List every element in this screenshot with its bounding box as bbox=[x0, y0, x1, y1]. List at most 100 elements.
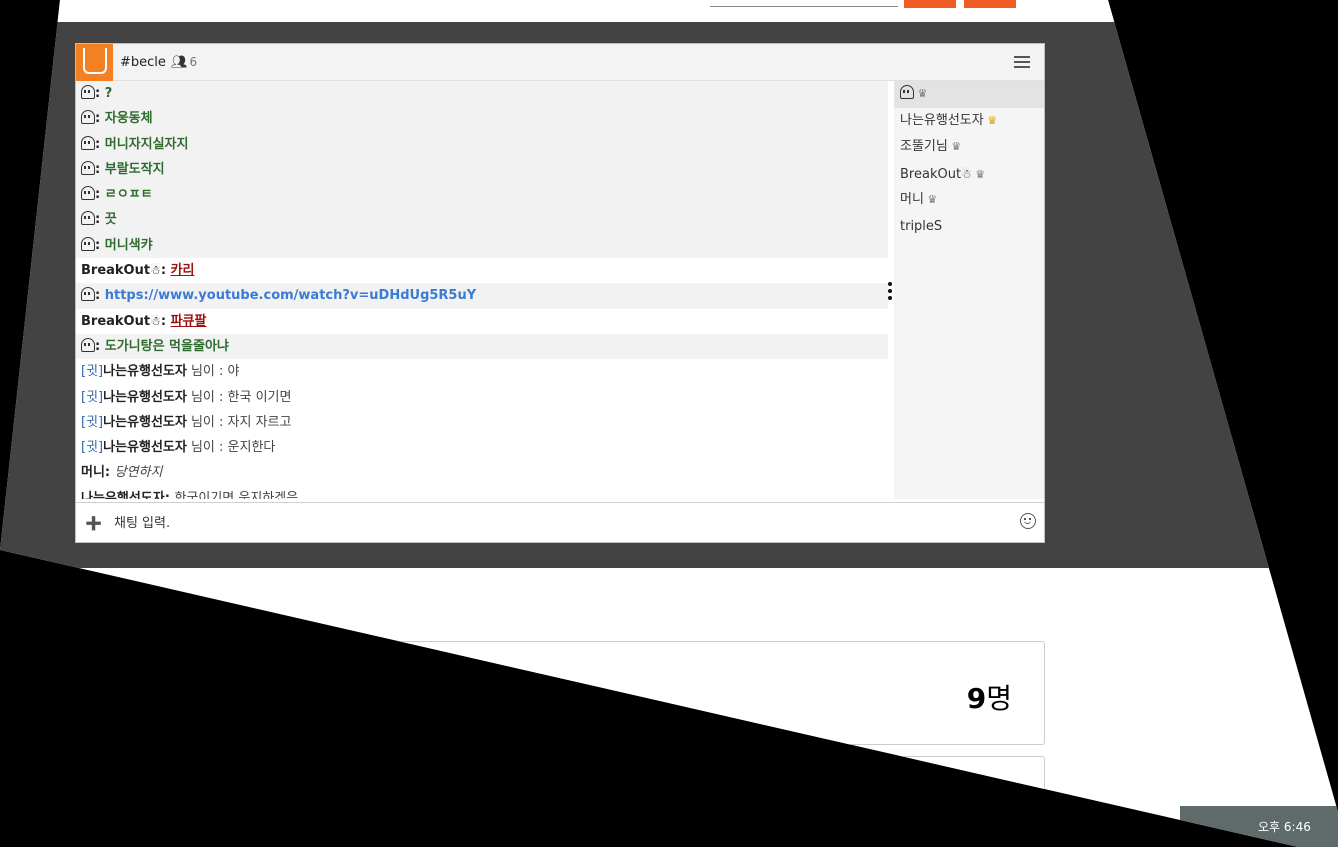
chat-message: BreakOut☃︎: 파큐팔 bbox=[76, 309, 888, 334]
chat-widget: #becle 👥︎ 6 : ?: 자웅동체: 머니자지실자지: 부랄도작지: ㄹㅇ… bbox=[75, 43, 1045, 543]
message-nick[interactable]: 머니 bbox=[81, 465, 105, 480]
chat-message: [귓]나는유행선도자 님이 : 야 bbox=[76, 359, 888, 384]
top-divider bbox=[710, 6, 898, 7]
user-list-item[interactable]: 나는유행선도자 ♛︎ bbox=[894, 108, 1044, 135]
menu-icon[interactable] bbox=[1014, 56, 1030, 68]
chat-message: : 머니색캬 bbox=[76, 232, 888, 259]
snowman-icon: ☃︎ bbox=[961, 166, 972, 181]
message-nick[interactable]: 나는유행선도자 bbox=[103, 415, 187, 430]
whisper-suffix: 님이 : bbox=[186, 364, 228, 380]
channel-name: #becle bbox=[120, 55, 166, 70]
chat-message: : ? bbox=[76, 81, 888, 107]
separator: : bbox=[164, 490, 175, 499]
message-text: ㄹㅇㅍㅌ bbox=[104, 187, 153, 203]
top-orange-button-2[interactable] bbox=[964, 0, 1016, 8]
snowman-icon: ☃︎ bbox=[150, 313, 161, 328]
whisper-tag: [귓] bbox=[81, 440, 104, 456]
message-text: 운지한다 bbox=[227, 440, 276, 456]
message-text: 자웅동체 bbox=[104, 111, 153, 127]
chat-message: [귓]나는유행선도자 님이 : 자지 자르고 bbox=[76, 410, 888, 435]
message-text: 부랄도작지 bbox=[104, 161, 165, 177]
page-top-bar bbox=[0, 0, 1338, 22]
user-list-item[interactable]: ♛︎ bbox=[894, 81, 1044, 108]
user-count-value: 6 bbox=[189, 55, 198, 69]
plus-icon[interactable]: ➕︎ bbox=[86, 511, 101, 535]
message-nick[interactable]: BreakOut bbox=[81, 263, 150, 278]
chat-message: 나는유행선도자: 한국이기면 운지하겠음 bbox=[76, 486, 888, 499]
message-nick[interactable]: 나는유행선도자 bbox=[81, 491, 165, 499]
user-list: ♛︎ 나는유행선도자 ♛︎ 조뚤기님 ♛︎ BreakOut☃︎ ♛︎ 머니 ♛︎ tri… bbox=[894, 81, 1044, 499]
message-text: 한국 이기면 bbox=[227, 389, 292, 405]
separator: : bbox=[95, 288, 105, 304]
message-text: 끗 bbox=[104, 212, 117, 228]
whisper-suffix: 님이 : bbox=[186, 440, 228, 456]
separator: : bbox=[95, 161, 105, 177]
whisper-tag: [귓] bbox=[81, 364, 104, 380]
snowman-icon: ☃︎ bbox=[150, 263, 161, 278]
message-link[interactable]: https://www.youtube.com/watch?v=uDHdUg5R… bbox=[105, 288, 476, 303]
chat-input[interactable] bbox=[114, 514, 994, 529]
separator: : bbox=[95, 237, 105, 253]
chat-message: : 자웅동체 bbox=[76, 106, 888, 132]
chat-message: : 끗 bbox=[76, 207, 888, 233]
message-nick[interactable]: BreakOut bbox=[81, 314, 150, 329]
user-name: 조뚤기님 bbox=[900, 139, 948, 154]
ghost-avatar-icon bbox=[81, 337, 95, 352]
separator: : bbox=[160, 263, 171, 279]
message-text: 자지 자르고 bbox=[227, 414, 292, 430]
user-name: BreakOut bbox=[900, 166, 962, 182]
message-text[interactable]: 카리 bbox=[171, 263, 195, 278]
top-orange-button[interactable] bbox=[904, 0, 956, 8]
visitor-count: 9명 bbox=[967, 677, 1012, 717]
visitor-count-unit: 명 bbox=[986, 682, 1012, 715]
emoji-icon[interactable] bbox=[1020, 513, 1036, 529]
chat-message: [귓]나는유행선도자 님이 : 한국 이기면 bbox=[76, 385, 888, 410]
message-text[interactable]: 파큐팔 bbox=[171, 314, 207, 329]
crown-icon: ♛︎ bbox=[947, 140, 962, 153]
user-name: 나는유행선도자 bbox=[900, 112, 984, 128]
crown-icon: ♛︎ bbox=[983, 113, 998, 127]
user-list-item[interactable]: 머니 ♛︎ bbox=[894, 187, 1044, 214]
separator: : bbox=[95, 338, 105, 354]
message-text: 야 bbox=[227, 364, 240, 380]
logo-icon bbox=[76, 44, 113, 81]
taskbar-clock[interactable]: 오후 6:46 bbox=[1258, 818, 1311, 835]
ghost-avatar-icon bbox=[81, 135, 95, 150]
second-card bbox=[75, 756, 1045, 836]
visitor-count-number: 9 bbox=[966, 682, 987, 715]
separator: : bbox=[95, 111, 105, 127]
message-nick[interactable]: 나는유행선도자 bbox=[103, 364, 187, 379]
chat-message: : ㄹㅇㅍㅌ bbox=[76, 182, 888, 208]
chat-message: [귓]나는유행선도자 님이 : 운지한다 bbox=[76, 435, 888, 460]
ghost-avatar-icon bbox=[81, 287, 95, 302]
ghost-avatar-icon bbox=[81, 211, 95, 226]
message-text: 당연하지 bbox=[114, 465, 163, 481]
separator: : bbox=[95, 187, 105, 203]
ghost-avatar-icon bbox=[81, 186, 95, 201]
whisper-tag: [귓] bbox=[81, 389, 104, 405]
user-count[interactable]: 👥︎ 6 bbox=[171, 55, 197, 70]
chat-header: #becle 👥︎ 6 bbox=[76, 44, 1044, 81]
user-list-item[interactable]: BreakOut☃︎ ♛︎ bbox=[894, 161, 1044, 188]
ghost-avatar-icon bbox=[81, 236, 95, 251]
ghost-avatar-icon bbox=[81, 160, 95, 175]
chat-message: : 부랄도작지 bbox=[76, 156, 888, 183]
user-list-item[interactable]: 조뚤기님 ♛︎ bbox=[894, 134, 1044, 161]
crown-icon: ♛︎ bbox=[971, 167, 986, 181]
user-list-item[interactable]: tripleS bbox=[894, 214, 1044, 241]
chat-message: : 도가니탕은 먹을줄아냐 bbox=[76, 333, 888, 360]
message-text: 머니색캬 bbox=[104, 237, 153, 253]
separator: : bbox=[95, 136, 105, 152]
message-nick[interactable]: 나는유행선도자 bbox=[103, 440, 187, 455]
whisper-suffix: 님이 : bbox=[186, 414, 228, 430]
chat-message: : https://www.youtube.com/watch?v=uDHdUg… bbox=[76, 283, 888, 309]
chat-message: BreakOut☃︎: 카리 bbox=[76, 258, 888, 283]
whisper-suffix: 님이 : bbox=[186, 389, 228, 405]
message-text: 한국이기면 운지하겠음 bbox=[174, 490, 299, 499]
message-text: 도가니탕은 먹을줄아냐 bbox=[104, 338, 229, 354]
ghost-avatar-icon bbox=[81, 110, 95, 125]
message-nick[interactable]: 나는유행선도자 bbox=[103, 390, 187, 405]
separator: : bbox=[160, 313, 171, 329]
message-text: 머니자지실자지 bbox=[104, 136, 189, 152]
separator: : bbox=[104, 465, 115, 481]
